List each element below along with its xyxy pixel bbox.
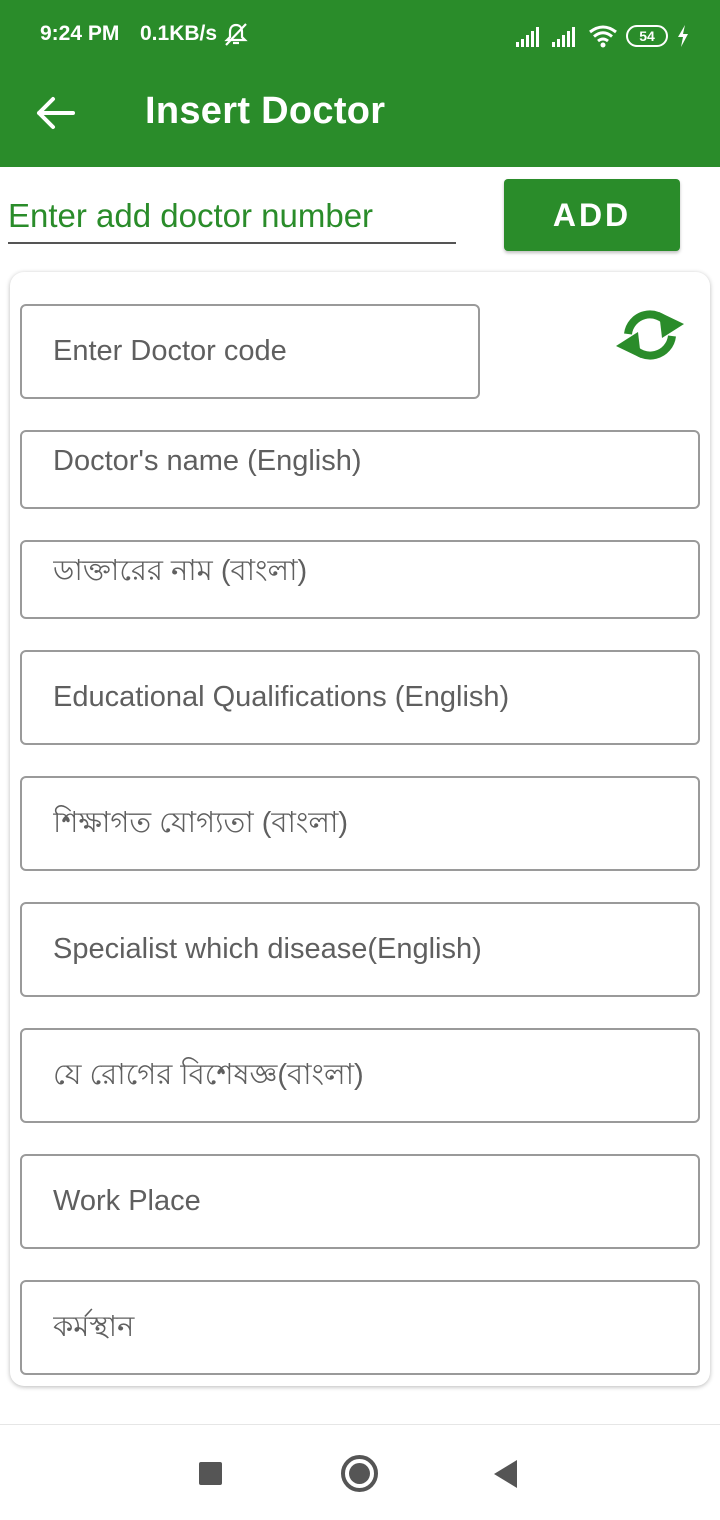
refresh-sync-icon[interactable] <box>612 304 688 366</box>
network-speed: 0.1KB/s <box>140 22 218 45</box>
status-bar: 9:24 PM 0.1KB/s 54 <box>0 0 720 70</box>
status-icons: 54 <box>516 22 690 50</box>
specialist-english-field[interactable] <box>20 902 700 997</box>
charging-icon <box>678 25 688 47</box>
education-english-field[interactable] <box>20 650 700 745</box>
doctor-code-field[interactable] <box>20 304 480 399</box>
workplace-bangla-field[interactable] <box>20 1280 700 1375</box>
back-button[interactable] <box>30 88 80 138</box>
battery-icon: 54 <box>626 25 668 47</box>
recent-apps-icon[interactable] <box>199 1462 222 1485</box>
mute-icon <box>224 23 248 46</box>
workplace-english-field[interactable] <box>20 1154 700 1249</box>
battery-level: 54 <box>639 28 655 44</box>
doctor-name-bangla-field[interactable] <box>20 540 700 619</box>
doctor-number-input[interactable] <box>8 190 456 244</box>
system-nav-bar <box>0 1424 720 1520</box>
status-time: 9:24 PM <box>40 22 120 45</box>
app-bar: 9:24 PM 0.1KB/s 54 Insert Doctor <box>0 0 720 167</box>
signal-icon <box>552 27 575 47</box>
back-icon[interactable] <box>494 1460 517 1488</box>
home-icon[interactable] <box>341 1455 378 1492</box>
add-button[interactable]: ADD <box>504 179 680 251</box>
specialist-bangla-field[interactable] <box>20 1028 700 1123</box>
arrow-left-icon <box>37 97 75 129</box>
doctor-name-english-field[interactable] <box>20 430 700 509</box>
signal-icon <box>516 27 539 47</box>
wifi-icon <box>589 25 617 48</box>
page-title: Insert Doctor <box>145 90 386 132</box>
education-bangla-field[interactable] <box>20 776 700 871</box>
